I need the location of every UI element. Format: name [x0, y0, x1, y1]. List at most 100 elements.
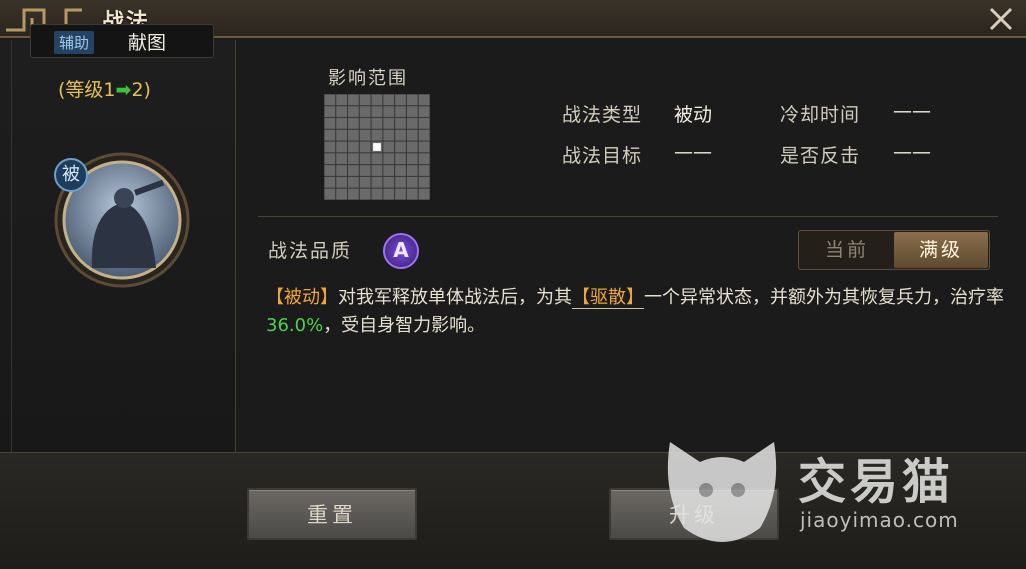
- range-grid-cell: [358, 105, 372, 119]
- range-grid-cell: [370, 105, 384, 119]
- watermark-cat-logo-icon: [667, 442, 777, 542]
- desc-part2: 一个异常状态，并额外为其恢复兵力，治疗率: [644, 287, 1004, 308]
- range-grid-cell: [370, 175, 384, 189]
- cooldown-label: 冷却时间: [780, 104, 861, 126]
- range-grid-cell: [394, 128, 407, 142]
- left-border-ornament: [0, 40, 12, 452]
- range-grid-cell: [358, 175, 372, 189]
- quality-label: 战法品质: [268, 240, 353, 262]
- close-icon[interactable]: [986, 4, 1016, 34]
- range-grid-cell: [394, 94, 407, 107]
- range-grid-cell: [370, 117, 384, 130]
- range-grid-cell: [358, 117, 372, 130]
- range-grid-cell: [358, 128, 372, 142]
- desc-passive-tag: 【被动】: [266, 287, 338, 308]
- range-grid-cell: [405, 187, 419, 200]
- range-grid-cell: [324, 187, 337, 200]
- range-grid-cell: [417, 105, 430, 119]
- range-grid-cell: [347, 117, 360, 130]
- range-grid-cell: [405, 175, 419, 189]
- range-grid-cell: [417, 152, 430, 166]
- range-grid-cell: [417, 117, 430, 130]
- range-grid-cell: [324, 117, 337, 130]
- range-grid-cell: [382, 94, 396, 107]
- desc-heal-rate: 36.0%: [266, 315, 324, 336]
- range-grid-cell: [382, 152, 396, 166]
- range-grid-cell: [417, 140, 430, 154]
- range-grid-cell: [335, 140, 349, 154]
- range-grid-cell: [382, 164, 396, 177]
- range-grid-cell: [335, 128, 349, 142]
- range-grid-cell: [324, 152, 337, 166]
- range-grid-cell: [335, 117, 349, 130]
- desc-part3: ，受自身智力影响。: [323, 315, 486, 336]
- desc-part1: 对我军释放单体战法后，为其: [338, 287, 572, 308]
- range-grid-cell: [324, 164, 337, 177]
- level-to: 2): [131, 79, 151, 101]
- range-grid-cell: [324, 128, 337, 142]
- range-grid-cell: [370, 128, 384, 142]
- range-grid-cell: [394, 164, 407, 177]
- range-label: 影响范围: [328, 68, 408, 89]
- range-grid-cell: [394, 187, 407, 200]
- range-grid-cell: [370, 164, 384, 177]
- range-grid-cell: [382, 175, 396, 189]
- range-grid-cell: [405, 140, 419, 154]
- toggle-current-button[interactable]: 当前: [800, 232, 894, 268]
- range-grid-cell: [382, 128, 396, 142]
- range-grid-cell: [405, 94, 419, 107]
- level-change: (等级1➡2): [58, 75, 151, 102]
- skill-target-value: ——: [674, 141, 712, 163]
- skill-target-label: 战法目标: [562, 145, 643, 167]
- range-grid-cell: [347, 128, 360, 142]
- range-grid-cell: [324, 94, 337, 107]
- map-tab[interactable]: 献图: [128, 28, 166, 55]
- range-grid-cell: [335, 164, 349, 177]
- range-grid-cell: [370, 187, 384, 200]
- counter-value: ——: [893, 141, 931, 163]
- section-divider: [258, 216, 998, 217]
- range-grid-cell: [382, 117, 396, 130]
- range-grid-cell: [394, 117, 407, 130]
- range-grid-cell: [394, 175, 407, 189]
- range-grid-cell: [394, 140, 407, 154]
- range-grid-cell: [358, 94, 372, 107]
- level-arrow-icon: ➡: [115, 79, 132, 101]
- level-from: (等级1: [58, 79, 116, 101]
- range-grid-cell: [347, 187, 360, 200]
- range-grid-cell: [405, 117, 419, 130]
- passive-badge: 被: [54, 158, 88, 192]
- range-grid-cell: [405, 128, 419, 142]
- toggle-max-button[interactable]: 满级: [894, 232, 988, 268]
- support-type-badge: 辅助: [54, 31, 95, 54]
- range-grid-cell: [324, 140, 337, 154]
- quality-grade-badge: A: [383, 233, 419, 269]
- range-grid-cell: [335, 187, 349, 200]
- range-grid-cell: [405, 105, 419, 119]
- range-grid-cell: [347, 152, 360, 166]
- range-grid-cell: [382, 187, 396, 200]
- counter-label: 是否反击: [780, 145, 861, 167]
- range-grid-cell: [417, 94, 430, 107]
- skill-type-value: 被动: [674, 104, 713, 126]
- range-grid-cell: [335, 152, 349, 166]
- range-grid-cell: [417, 164, 430, 177]
- range-grid-cell: [335, 94, 349, 107]
- range-grid-cell: [335, 105, 349, 119]
- desc-disperse-link[interactable]: 【驱散】: [572, 287, 644, 309]
- range-target-cell: [373, 143, 381, 151]
- range-grid-cell: [417, 128, 430, 142]
- range-grid-cell: [382, 140, 396, 154]
- range-grid-cell: [405, 152, 419, 166]
- range-grid-cell: [370, 94, 384, 107]
- skill-description: 【被动】对我军释放单体战法后，为其【驱散】一个异常状态，并额外为其恢复兵力，治疗…: [266, 284, 1006, 340]
- range-grid-cell: [347, 164, 360, 177]
- range-grid-cell: [358, 152, 372, 166]
- range-grid-cell: [347, 94, 360, 107]
- range-grid-cell: [335, 175, 349, 189]
- reset-button[interactable]: 重置: [247, 488, 417, 540]
- watermark-text: 交易猫: [798, 454, 955, 510]
- range-grid-cell: [370, 152, 384, 166]
- range-grid-cell: [358, 164, 372, 177]
- range-grid-cell: [347, 105, 360, 119]
